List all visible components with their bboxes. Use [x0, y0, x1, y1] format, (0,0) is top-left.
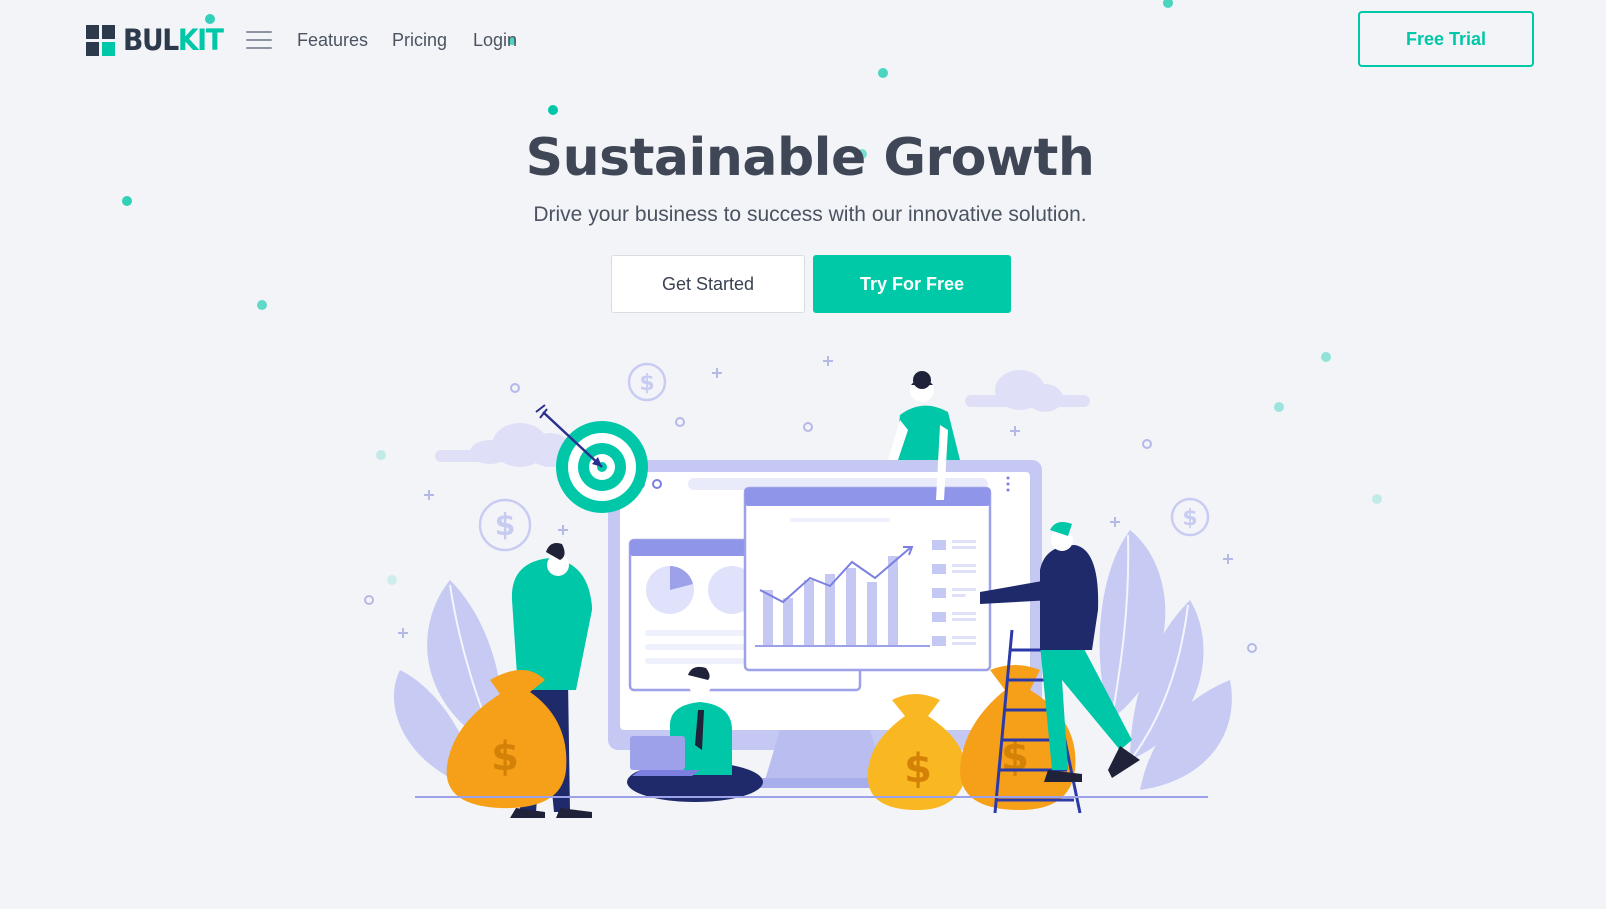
brand-logo[interactable]: BULKIT: [86, 25, 231, 56]
landing-page: BULKIT Features Pricing Login Free Trial…: [0, 0, 1606, 909]
business-growth-illustration: $ $ $ $ $ $: [364, 356, 1257, 818]
svg-text:$: $: [1182, 506, 1197, 531]
nav-link-pricing[interactable]: Pricing: [392, 28, 447, 52]
hamburger-menu-icon[interactable]: [246, 31, 272, 49]
logo-mark-icon: [86, 25, 115, 56]
get-started-button[interactable]: Get Started: [611, 255, 805, 313]
cloud-icon: [435, 370, 1090, 467]
svg-text:$: $: [904, 746, 932, 792]
navbar: BULKIT Features Pricing Login Free Trial: [0, 0, 1606, 80]
svg-text:$: $: [495, 508, 516, 543]
svg-text:$: $: [639, 371, 654, 396]
try-for-free-button[interactable]: Try For Free: [813, 255, 1011, 313]
brand-name: BULKIT: [123, 23, 224, 57]
hero-subtitle: Drive your business to success with our …: [533, 203, 1087, 226]
nav-link-features[interactable]: Features: [297, 28, 368, 52]
free-trial-button[interactable]: Free Trial: [1358, 11, 1534, 67]
hero-title: Sustainable Growth: [525, 128, 1095, 188]
nav-link-login[interactable]: Login: [473, 28, 517, 52]
svg-text:$: $: [491, 734, 519, 780]
